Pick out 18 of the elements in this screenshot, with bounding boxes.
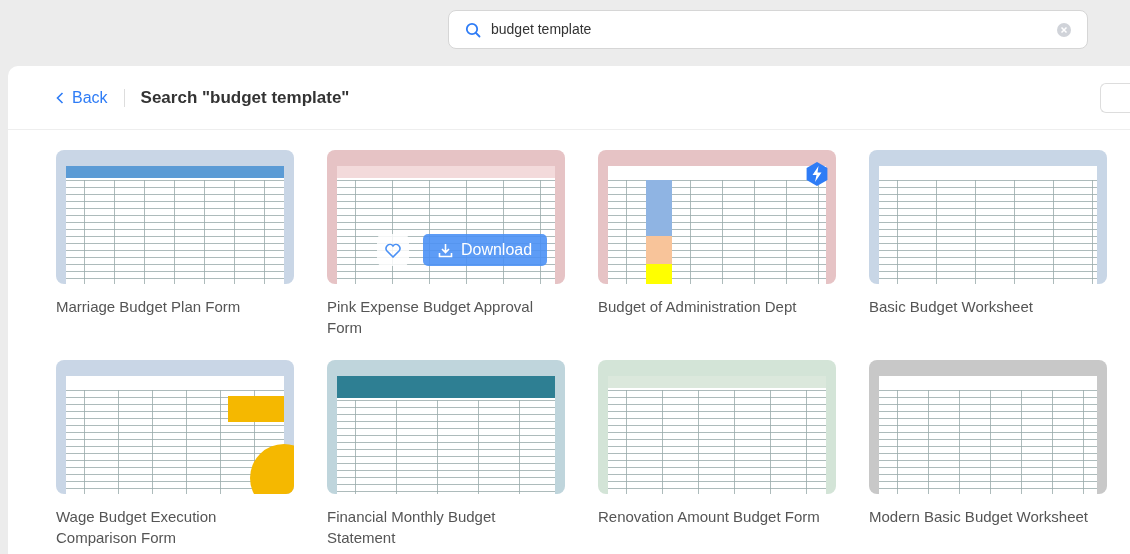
- chevron-left-icon: [56, 91, 64, 104]
- template-title[interactable]: Wage Budget Execution Comparison Form: [56, 506, 294, 548]
- search-icon: [465, 21, 481, 38]
- download-icon: [437, 242, 453, 258]
- search-field[interactable]: budget template: [489, 18, 1049, 41]
- template-title[interactable]: Basic Budget Worksheet: [869, 296, 1107, 317]
- search-bar[interactable]: budget template: [448, 10, 1088, 49]
- back-link[interactable]: Back: [56, 85, 108, 110]
- template-title[interactable]: Renovation Amount Budget Form: [598, 506, 836, 527]
- page-title: Search "budget template": [140, 86, 350, 109]
- template-title[interactable]: Budget of Administration Dept: [598, 296, 836, 317]
- toolbar-button[interactable]: [1100, 83, 1130, 113]
- clear-icon[interactable]: [1057, 22, 1071, 37]
- template-title[interactable]: Financial Monthly Budget Statement: [327, 506, 565, 548]
- template-title[interactable]: Marriage Budget Plan Form: [56, 296, 294, 317]
- heart-icon: [385, 242, 401, 258]
- template-title[interactable]: Modern Basic Budget Worksheet: [869, 506, 1107, 527]
- template-title[interactable]: Pink Expense Budget Approval Form: [327, 296, 565, 338]
